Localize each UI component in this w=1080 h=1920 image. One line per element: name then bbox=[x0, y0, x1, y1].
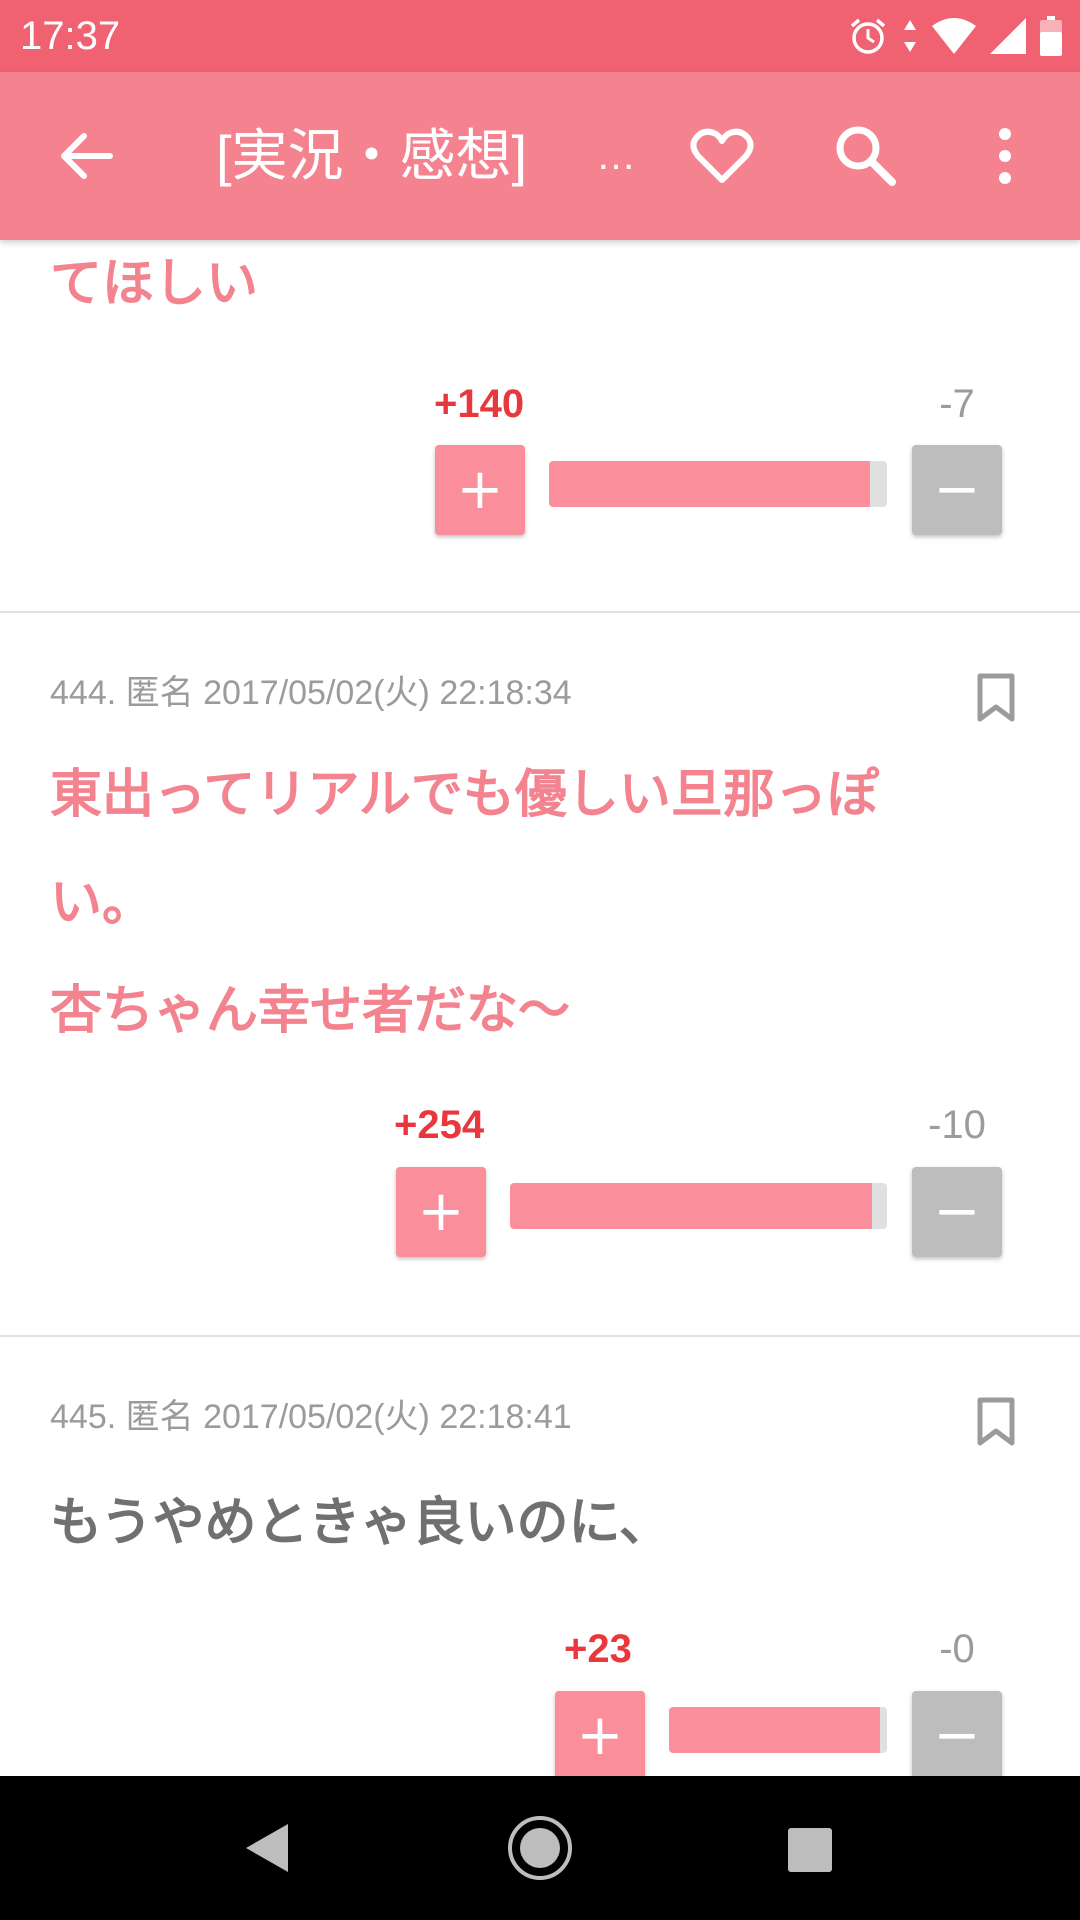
nav-back-icon[interactable] bbox=[244, 1822, 290, 1874]
vote-ratio-fill bbox=[669, 1707, 881, 1753]
comment-line: もうやめときゃ良いのに、 bbox=[50, 1493, 671, 1553]
plus-button[interactable]: + bbox=[555, 1691, 645, 1776]
comment-line: 東出ってリアルでも優しい旦那っぽ bbox=[50, 765, 879, 825]
back-button[interactable] bbox=[54, 124, 118, 188]
system-nav-bar bbox=[0, 1776, 1080, 1920]
bookmark-icon[interactable] bbox=[976, 1397, 1016, 1447]
vote-ratio-bar bbox=[549, 461, 887, 507]
battery-icon bbox=[1040, 16, 1062, 56]
heart-icon[interactable] bbox=[688, 122, 756, 190]
comment-line: てほしい bbox=[50, 254, 259, 314]
comment-item: 444. 匿名 2017/05/02(火) 22:18:34 東出ってリアルでも… bbox=[0, 613, 1080, 1337]
comment-line: 杏ちゃん幸せ者だな〜 bbox=[50, 981, 571, 1041]
nav-recents-icon[interactable] bbox=[786, 1826, 834, 1874]
comment-body: てほしい bbox=[50, 240, 1030, 338]
alarm-icon bbox=[850, 18, 886, 54]
minus-button[interactable]: − bbox=[912, 1167, 1002, 1257]
minus-count: -7 bbox=[939, 382, 975, 426]
vote-ratio-fill bbox=[549, 461, 871, 507]
minus-count: -10 bbox=[928, 1103, 986, 1147]
status-bar: 17:37 bbox=[0, 0, 1080, 72]
comment-meta: 445. 匿名 2017/05/02(火) 22:18:41 bbox=[50, 1398, 572, 1436]
plus-count: +23 bbox=[564, 1627, 632, 1671]
page-title: [実況・感想] … bbox=[216, 118, 636, 194]
comment-item: てほしい +140 -7 + − bbox=[0, 240, 1080, 613]
status-icons bbox=[848, 14, 1062, 58]
page-title-text: [実況・感想] bbox=[216, 124, 528, 187]
plus-count: +140 bbox=[434, 382, 525, 426]
wifi-icon bbox=[932, 18, 976, 54]
vote-ratio-fill bbox=[510, 1183, 872, 1229]
vote-ratio-bar bbox=[669, 1707, 887, 1753]
bookmark-icon[interactable] bbox=[976, 673, 1016, 723]
title-ellipsis: … bbox=[596, 134, 636, 178]
plus-count: +254 bbox=[394, 1103, 485, 1147]
comment-body: もうやめときゃ良いのに、 bbox=[50, 1469, 1030, 1577]
comment-item: 445. 匿名 2017/05/02(火) 22:18:41 もうやめときゃ良い… bbox=[0, 1337, 1080, 1776]
minus-button[interactable]: − bbox=[912, 1691, 1002, 1776]
nav-home-icon[interactable] bbox=[506, 1814, 574, 1882]
app-bar: [実況・感想] … bbox=[0, 72, 1080, 240]
more-vert-icon[interactable] bbox=[990, 122, 1020, 190]
minus-button[interactable]: − bbox=[912, 445, 1002, 535]
data-transfer-icon bbox=[904, 20, 916, 52]
comment-list[interactable]: てほしい +140 -7 + − 444. 匿名 2017/05/02(火) 2… bbox=[0, 240, 1080, 1776]
plus-button[interactable]: + bbox=[435, 445, 525, 535]
comment-line: い。 bbox=[50, 873, 155, 933]
minus-count: -0 bbox=[939, 1627, 975, 1671]
vote-ratio-bar bbox=[510, 1183, 887, 1229]
status-time: 17:37 bbox=[20, 14, 121, 58]
comment-meta: 444. 匿名 2017/05/02(火) 22:18:34 bbox=[50, 674, 572, 712]
comment-body: 東出ってリアルでも優しい旦那っぽ い。 杏ちゃん幸せ者だな〜 bbox=[50, 741, 1030, 1065]
search-icon[interactable] bbox=[830, 120, 898, 188]
cellular-signal-icon bbox=[990, 18, 1026, 54]
plus-button[interactable]: + bbox=[396, 1167, 486, 1257]
